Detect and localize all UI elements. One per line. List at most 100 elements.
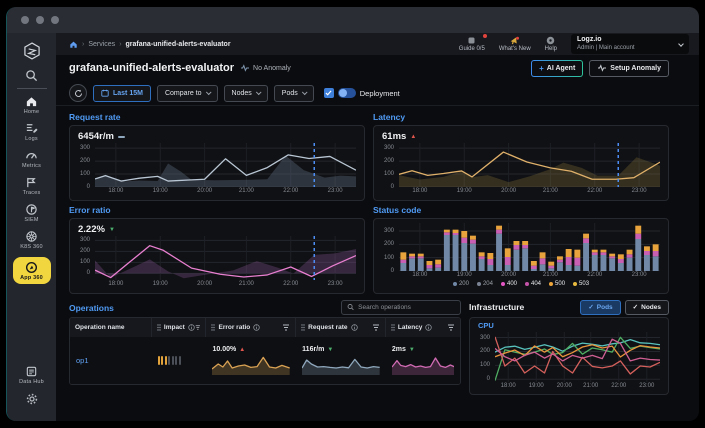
- sidebar-item-label: Traces: [23, 190, 41, 196]
- nodes-dropdown[interactable]: Nodes: [224, 85, 268, 102]
- info-icon[interactable]: [188, 324, 195, 331]
- error-ratio-sparkline: [212, 355, 290, 375]
- sort-filter-icon[interactable]: [282, 324, 290, 331]
- request-rate-chart[interactable]: 6454r/m 0100200300 18:0019:0020:0021:002…: [69, 125, 365, 201]
- info-icon[interactable]: [253, 324, 260, 331]
- sidebar-item-settings[interactable]: [25, 392, 39, 406]
- operations-table: Operation name Impact: [69, 317, 461, 385]
- check-icon: ✓: [633, 303, 638, 311]
- service-header: grafana-unified-alerts-evaluator No Anom…: [56, 55, 699, 81]
- deployment-toggle[interactable]: [338, 88, 356, 98]
- sidebar-item-label: Data Hub: [19, 379, 44, 385]
- sidebar-item-traces[interactable]: Traces: [23, 176, 41, 196]
- legend-item[interactable]: 500: [549, 281, 565, 287]
- legend-item[interactable]: 400: [501, 281, 517, 287]
- operation-link[interactable]: op1: [76, 356, 89, 365]
- setup-anomaly-button[interactable]: Setup Anomaly: [589, 60, 669, 77]
- deployment-checkbox[interactable]: [324, 88, 334, 98]
- operations-search[interactable]: [341, 300, 461, 315]
- drag-handle-icon[interactable]: [211, 324, 215, 331]
- anomaly-pulse-icon: [597, 64, 607, 72]
- chevron-down-icon: [205, 89, 211, 95]
- info-icon[interactable]: [425, 324, 432, 331]
- account-menu[interactable]: Logz.io Admin | Main account: [571, 34, 689, 54]
- y-axis: 0100200300: [478, 332, 492, 382]
- drag-handle-icon[interactable]: [157, 324, 161, 331]
- status-code-chart[interactable]: 0100200300 18:0019:0020:0021:0022:0023:0…: [373, 218, 669, 294]
- window-zoom-button[interactable]: [51, 16, 59, 24]
- sidebar-item-app-360-active[interactable]: App 360: [13, 257, 51, 284]
- infrastructure-section: Infrastructure ✓ Pods ✓ Nodes: [469, 297, 669, 395]
- sidebar-item-siem[interactable]: SIEM: [24, 203, 38, 223]
- setup-anomaly-label: Setup Anomaly: [610, 65, 661, 72]
- nodes-label: Nodes: [232, 90, 252, 97]
- trend-down-icon: ▼: [327, 347, 333, 353]
- legend-item[interactable]: 503: [573, 281, 589, 287]
- cpu-title: CPU: [478, 321, 660, 332]
- column-request-rate[interactable]: Request rate: [296, 318, 386, 337]
- window-close-button[interactable]: [21, 16, 29, 24]
- refresh-button[interactable]: [69, 84, 87, 102]
- error-ratio-value: 10.00%: [212, 346, 236, 353]
- legend-item[interactable]: 404: [525, 281, 541, 287]
- metrics-icon: [25, 149, 38, 162]
- sidebar-item-k8s-360[interactable]: K8S 360: [20, 230, 43, 250]
- column-impact[interactable]: Impact: [152, 318, 207, 337]
- column-error-ratio[interactable]: Error ratio: [206, 318, 296, 337]
- account-subtitle: Admin | Main account: [577, 45, 635, 52]
- drag-handle-icon[interactable]: [301, 324, 305, 331]
- account-name: Logz.io: [577, 36, 635, 44]
- toggle-knob: [339, 89, 347, 97]
- chevron-down-icon: [302, 89, 308, 95]
- info-icon[interactable]: [351, 324, 358, 331]
- legend-item[interactable]: 204: [477, 281, 493, 287]
- calendar-icon: [101, 89, 109, 97]
- breadcrumb-separator: ›: [82, 41, 84, 48]
- nodes-toggle-button[interactable]: ✓ Nodes: [625, 300, 669, 315]
- sort-filter-icon[interactable]: [195, 324, 201, 331]
- plot-area: [399, 223, 660, 271]
- sidebar-item-label: Home: [24, 109, 39, 115]
- error-ratio-chart[interactable]: 2.22% ▼ 0100200300 18:0019:0020:0021:002…: [69, 218, 365, 294]
- logzio-logo-icon[interactable]: [22, 41, 42, 61]
- sidebar-item-data-hub[interactable]: Data Hub: [19, 365, 44, 385]
- sort-filter-icon[interactable]: [372, 324, 380, 331]
- sidebar-item-label: K8S 360: [20, 244, 43, 250]
- ai-agent-button[interactable]: + AI Agent: [531, 60, 583, 77]
- plot-area: [95, 236, 356, 280]
- help-button[interactable]: Help: [545, 36, 557, 52]
- bottom-section: Operations Operation name: [56, 294, 699, 395]
- column-operation-name[interactable]: Operation name: [70, 318, 152, 337]
- column-latency[interactable]: Latency: [386, 318, 460, 337]
- sidebar-item-label: Logs: [25, 136, 38, 142]
- sidebar-item-home[interactable]: Home: [24, 95, 39, 115]
- operations-search-input[interactable]: [358, 304, 455, 311]
- latency-chart[interactable]: 61ms ▲ 0100200300 18:0019:0020:0021:0022…: [373, 125, 669, 201]
- sidebar-search[interactable]: [17, 69, 47, 89]
- y-axis: 0100200300: [78, 236, 92, 280]
- whats-new-button[interactable]: What's New: [499, 36, 531, 52]
- operations-title: Operations: [69, 303, 114, 313]
- chevron-down-icon: [678, 41, 684, 47]
- pods-toggle-button[interactable]: ✓ Pods: [580, 300, 620, 315]
- trend-up-icon: ▲: [410, 134, 416, 140]
- sort-filter-icon[interactable]: [447, 324, 455, 331]
- gear-icon: [25, 392, 39, 406]
- compare-to-dropdown[interactable]: Compare to: [157, 85, 218, 102]
- sidebar-item-metrics[interactable]: Metrics: [22, 149, 41, 169]
- drag-handle-icon[interactable]: [391, 324, 395, 331]
- operations-section: Operations Operation name: [69, 297, 461, 385]
- breadcrumb-services[interactable]: Services: [88, 41, 115, 48]
- pods-dropdown[interactable]: Pods: [274, 85, 314, 102]
- legend-item[interactable]: 200: [453, 281, 469, 287]
- sidebar-item-logs[interactable]: Logs: [25, 122, 38, 142]
- time-range-button[interactable]: Last 15M: [93, 85, 151, 102]
- breadcrumb-home-icon[interactable]: [69, 40, 78, 49]
- table-row[interactable]: op1 10.00%▲ 116r/m▼: [70, 337, 460, 384]
- latency-section: Latency 61ms ▲ 0100200300 18:0019:0020:0…: [373, 108, 669, 201]
- cpu-chart[interactable]: CPU 0100200300 18:0019:0020:0021:0022:00…: [469, 317, 669, 395]
- guide-button[interactable]: Guide 0/5: [459, 36, 485, 52]
- guide-icon: [467, 36, 476, 45]
- x-axis: 18:0019:0020:0021:0022:0023:00: [495, 382, 660, 390]
- window-minimize-button[interactable]: [36, 16, 44, 24]
